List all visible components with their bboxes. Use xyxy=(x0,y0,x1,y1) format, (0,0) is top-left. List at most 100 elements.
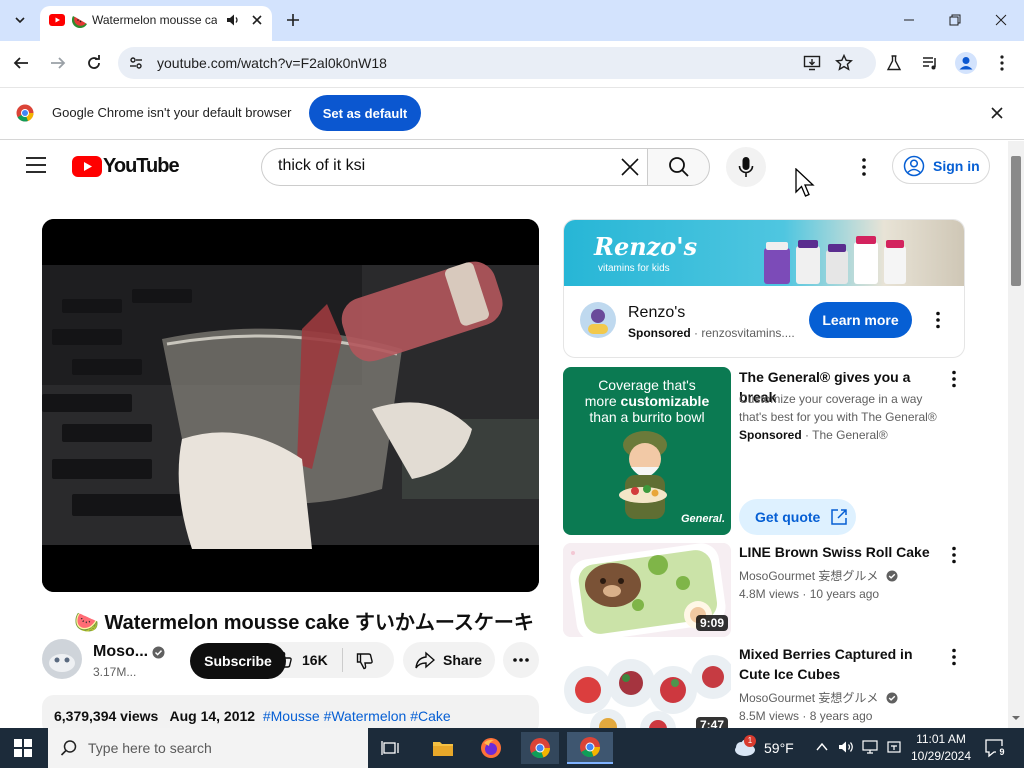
hamburger-menu-icon[interactable] xyxy=(26,157,46,173)
verified-badge-icon xyxy=(886,570,898,582)
back-button[interactable] xyxy=(12,54,30,72)
sponsored-label: Sponsored xyxy=(628,326,691,340)
chrome-logo-icon xyxy=(16,104,34,122)
subscribe-button[interactable]: Subscribe xyxy=(190,643,286,679)
clock-date: 10/29/2024 xyxy=(910,749,972,763)
video-menu-icon[interactable] xyxy=(944,545,964,565)
bookmark-star-icon[interactable] xyxy=(835,54,853,72)
audio-playing-icon[interactable] xyxy=(226,13,240,27)
settings-menu-icon[interactable] xyxy=(856,157,872,177)
site-info-icon[interactable] xyxy=(128,55,144,71)
tab-search-button[interactable] xyxy=(8,8,32,32)
restore-button[interactable] xyxy=(940,6,970,34)
media-controls-icon[interactable] xyxy=(921,54,939,72)
banner-tagline: vitamins for kids xyxy=(598,263,670,274)
channel-avatar[interactable] xyxy=(42,639,82,679)
chrome-menu-icon[interactable] xyxy=(994,54,1010,72)
chrome-taskbar-icon[interactable] xyxy=(521,732,559,764)
more-horizontal-icon xyxy=(513,658,529,662)
mouse-cursor-icon xyxy=(795,168,815,198)
channel-name-line: MosoGourmet 妄想グルメ xyxy=(739,567,898,585)
share-button[interactable]: Share xyxy=(403,642,495,678)
back-arrow-icon xyxy=(13,57,28,69)
channel-name[interactable]: MosoGourmet 妄想グルメ xyxy=(739,691,878,705)
system-clock[interactable]: 11:01 AM 10/29/2024 xyxy=(908,731,974,765)
scrollbar-thumb[interactable] xyxy=(1011,156,1021,286)
show-hidden-icons-icon[interactable] xyxy=(816,742,828,752)
youtube-logo-icon[interactable] xyxy=(72,156,102,177)
share-arrow-icon xyxy=(415,651,435,669)
get-quote-label: Get quote xyxy=(755,509,821,525)
file-explorer-icon[interactable] xyxy=(424,732,462,764)
language-icon[interactable] xyxy=(887,740,901,754)
ad-thumbnail-brand: General. xyxy=(681,513,726,525)
ad-menu-icon[interactable] xyxy=(928,310,948,330)
clock-time: 11:01 AM xyxy=(916,732,966,746)
channel-name-line: MosoGourmet 妄想グルメ xyxy=(739,689,898,707)
windows-start-icon[interactable] xyxy=(14,739,32,757)
task-view-icon[interactable] xyxy=(372,732,410,764)
video-title-link[interactable]: LINE Brown Swiss Roll Cake xyxy=(739,542,944,562)
sign-in-label: Sign in xyxy=(933,158,980,174)
search-button[interactable] xyxy=(647,148,710,186)
view-count: 8.5M views xyxy=(739,709,800,723)
minimize-button[interactable] xyxy=(894,6,924,34)
like-count: 16K xyxy=(302,652,328,668)
network-icon[interactable] xyxy=(862,740,880,754)
labs-flask-icon[interactable] xyxy=(885,54,903,72)
hashtag-link[interactable]: #Cake xyxy=(410,708,450,724)
profile-avatar-icon[interactable] xyxy=(955,52,977,74)
reload-icon xyxy=(88,55,100,69)
taskbar-search-box[interactable]: Type here to search xyxy=(48,728,368,768)
install-app-icon[interactable] xyxy=(803,54,821,72)
more-actions-button[interactable] xyxy=(503,642,539,678)
scroll-down-arrow-icon[interactable] xyxy=(1011,714,1021,722)
dislike-button[interactable] xyxy=(356,652,374,670)
close-tab-icon[interactable] xyxy=(250,13,264,27)
forward-button[interactable] xyxy=(49,54,67,72)
reload-button[interactable] xyxy=(85,54,103,72)
volume-icon[interactable] xyxy=(838,740,854,754)
chevron-down-icon xyxy=(15,17,25,24)
share-label: Share xyxy=(443,652,482,668)
get-quote-button[interactable]: Get quote xyxy=(739,499,856,535)
clear-search-icon[interactable] xyxy=(620,157,640,177)
search-query[interactable]: thick of it ksi xyxy=(278,157,365,175)
set-default-button[interactable]: Set as default xyxy=(309,95,421,131)
general-mascot-image xyxy=(619,431,667,519)
verified-badge-icon xyxy=(886,692,898,704)
description-meta: 6,379,394 views Aug 14, 2012 #Mousse #Wa… xyxy=(54,708,451,724)
plus-icon xyxy=(287,14,299,26)
youtube-logo-text[interactable]: YouTube xyxy=(103,155,180,178)
ad-thumbnail[interactable]: Coverage that's more customizable than a… xyxy=(563,367,731,535)
learn-more-button[interactable]: Learn more xyxy=(809,302,912,338)
vitamin-bottles-image xyxy=(764,236,906,284)
new-tab-button[interactable] xyxy=(282,9,304,31)
advertiser-avatar[interactable] xyxy=(580,302,616,338)
weather-temperature[interactable]: 59°F xyxy=(764,740,794,756)
voice-search-button[interactable] xyxy=(726,147,766,187)
video-title-link[interactable]: Mixed Berries Captured in Cute Ice Cubes xyxy=(739,644,944,684)
hashtag-link[interactable]: #Watermelon xyxy=(324,708,407,724)
channel-name[interactable]: Moso... xyxy=(93,643,148,661)
video-menu-icon[interactable] xyxy=(944,647,964,667)
hashtag-link[interactable]: #Mousse xyxy=(263,708,320,724)
advertiser-name[interactable]: Renzo's xyxy=(628,304,685,322)
ad-menu-icon[interactable] xyxy=(944,369,964,389)
video-thumbnail[interactable] xyxy=(563,645,731,728)
close-window-button[interactable] xyxy=(986,6,1016,34)
caption-line-1: Coverage that's xyxy=(598,377,696,393)
video-player[interactable] xyxy=(42,219,539,592)
tab-title: Watermelon mousse cake xyxy=(92,13,217,27)
close-infobar-icon[interactable] xyxy=(990,106,1004,120)
firefox-icon[interactable] xyxy=(472,732,510,764)
advertiser-domain: renzosvitamins.... xyxy=(701,326,795,340)
channel-name[interactable]: MosoGourmet 妄想グルメ xyxy=(739,569,878,583)
ad-thumbnail-caption: Coverage that's more customizable than a… xyxy=(563,377,731,425)
chrome-active-window-icon[interactable] xyxy=(567,732,613,764)
ad-banner-image[interactable]: Renzo's vitamins for kids xyxy=(564,220,964,286)
view-count: 4.8M views xyxy=(739,587,800,601)
sign-in-button[interactable]: Sign in xyxy=(892,148,990,184)
upload-date: Aug 14, 2012 xyxy=(169,708,256,724)
url-text[interactable]: youtube.com/watch?v=F2al0k0nW18 xyxy=(157,55,387,71)
